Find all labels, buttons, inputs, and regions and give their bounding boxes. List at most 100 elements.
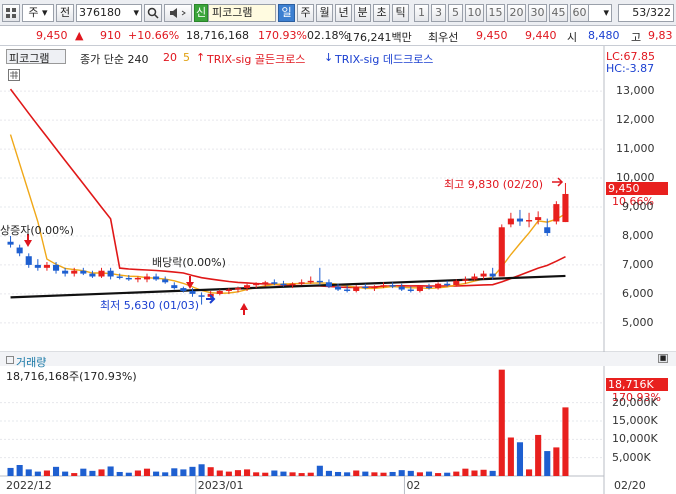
price-tick-label: 8,000 xyxy=(622,228,654,242)
volume-tick-label: 10,000K xyxy=(612,432,658,446)
volume-bar xyxy=(480,469,487,476)
candle-body xyxy=(153,276,160,280)
candle-body xyxy=(189,290,196,294)
volume-bar xyxy=(62,471,69,476)
candle-body xyxy=(16,247,23,254)
volume-bar xyxy=(307,472,314,476)
candle xyxy=(143,273,151,283)
candle-body xyxy=(280,283,287,286)
volume-bar xyxy=(416,472,423,476)
volume-bar xyxy=(34,471,41,476)
candle-body xyxy=(71,270,78,274)
candle-body xyxy=(25,256,32,265)
volume-bar xyxy=(462,468,469,476)
candle-body xyxy=(125,277,132,280)
volume-bar xyxy=(107,466,114,476)
volume-header-bg xyxy=(0,352,676,366)
high-label-annot: 최고 9,830 (02/20) xyxy=(444,178,544,191)
candle xyxy=(298,279,305,286)
volume-bar xyxy=(535,434,542,476)
price-tick-label: 10,000 xyxy=(616,171,655,185)
volume-bar xyxy=(180,469,187,476)
volume-bar xyxy=(98,469,105,476)
volume-bar xyxy=(371,472,378,476)
candle-body xyxy=(316,280,323,283)
candle-body xyxy=(34,264,41,268)
candle xyxy=(553,201,560,225)
volume-bar xyxy=(380,472,387,476)
candle xyxy=(516,209,524,226)
candle-body xyxy=(244,285,251,289)
volume-bar xyxy=(153,471,160,476)
volume-bar xyxy=(353,470,360,476)
candle-body xyxy=(526,220,533,222)
date-axis-label: 2023/01 xyxy=(197,479,244,492)
volume-bar xyxy=(516,442,524,476)
candle-body xyxy=(298,282,305,284)
candle-body xyxy=(516,218,524,222)
buy-arrow-icon xyxy=(240,303,248,315)
candle xyxy=(498,224,505,277)
candle xyxy=(398,283,405,291)
candle-body xyxy=(380,285,387,287)
candle-body xyxy=(507,218,514,225)
candle xyxy=(507,212,514,228)
candle-body xyxy=(180,288,187,291)
volume-bar xyxy=(198,464,205,476)
candle-body xyxy=(325,282,332,287)
volume-bar xyxy=(143,468,151,476)
volume-bar xyxy=(507,437,514,476)
dividend-label: 배당락(0.00%) xyxy=(152,256,226,269)
volume-tick-label: 5,000K xyxy=(612,450,651,464)
volume-bar xyxy=(271,470,278,476)
volume-bar xyxy=(344,472,351,476)
volume-bar xyxy=(253,472,260,476)
volume-bar xyxy=(207,467,214,476)
maximize-icon[interactable]: ■ xyxy=(658,354,668,363)
volume-bar xyxy=(362,471,369,476)
candle xyxy=(80,267,87,276)
candle-body xyxy=(389,285,396,287)
candle-body xyxy=(43,264,50,268)
candle-body xyxy=(143,276,151,280)
low-label: 최저 5,630 (01/03) xyxy=(100,299,200,312)
high-arrow-icon xyxy=(552,177,564,187)
candle-body xyxy=(344,289,351,291)
candle xyxy=(198,292,205,305)
candle-body xyxy=(553,204,560,222)
candle-body xyxy=(562,193,569,223)
volume-bar xyxy=(25,469,32,476)
candle-body xyxy=(171,285,178,289)
price-tick-label: 11,000 xyxy=(616,142,655,156)
volume-bar xyxy=(43,470,50,476)
volume-bar xyxy=(398,470,405,476)
candle-body xyxy=(234,288,242,290)
volume-bar xyxy=(244,469,251,476)
candle-body xyxy=(307,280,314,283)
candle-body xyxy=(80,270,87,274)
candle xyxy=(562,182,569,223)
volume-bar xyxy=(52,466,60,476)
candle-body xyxy=(271,282,278,284)
candle xyxy=(153,273,160,281)
volume-bar xyxy=(444,472,451,476)
candle xyxy=(107,267,114,280)
volume-bar xyxy=(162,472,169,476)
volume-bar xyxy=(334,471,342,476)
candle xyxy=(171,282,178,290)
volume-bar xyxy=(80,468,87,476)
candle-body xyxy=(134,277,141,280)
candle-body xyxy=(498,227,505,277)
volume-bar xyxy=(216,470,223,476)
checkbox-icon[interactable] xyxy=(6,356,14,364)
candle-body xyxy=(398,286,405,290)
price-tick-label: 13,000 xyxy=(616,84,655,98)
price-chart[interactable] xyxy=(0,0,676,494)
volume-bar xyxy=(225,471,232,476)
candle-body xyxy=(7,241,14,245)
volume-bar xyxy=(407,470,414,476)
volume-bar xyxy=(435,473,442,476)
volume-bar xyxy=(325,470,332,476)
volume-bar xyxy=(16,465,23,476)
candle xyxy=(43,262,50,271)
